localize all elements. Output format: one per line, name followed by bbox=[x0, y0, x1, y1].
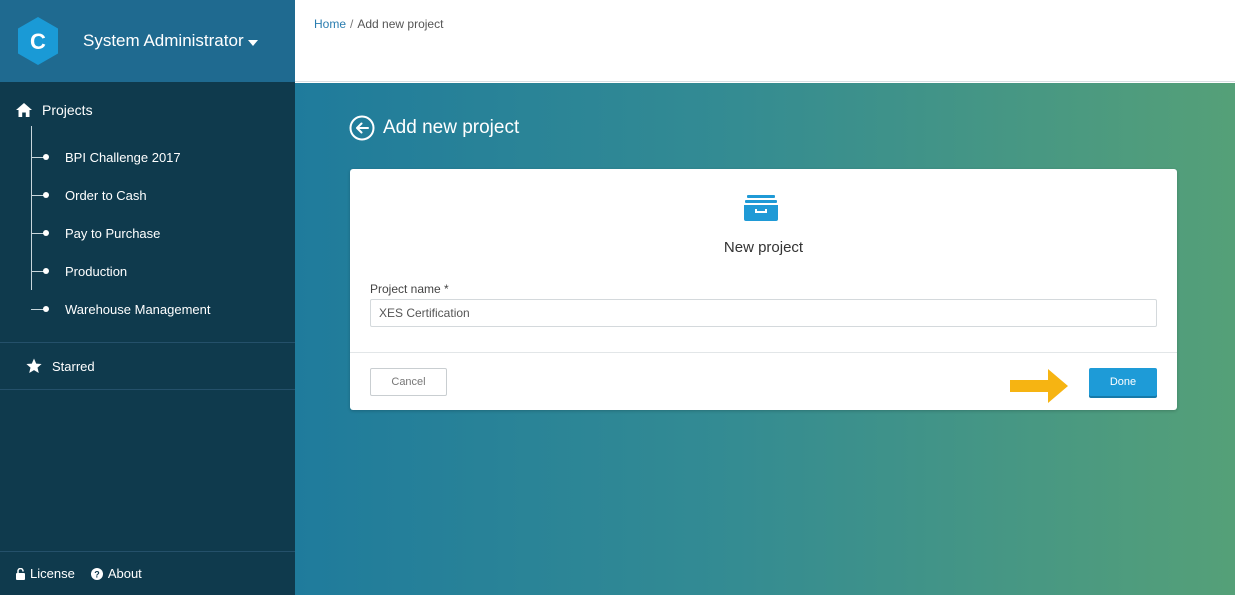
sidebar: C System Administrator Projects BPI Chal… bbox=[0, 0, 295, 595]
breadcrumb: Home / Add new project bbox=[314, 17, 443, 31]
project-label: Pay to Purchase bbox=[65, 225, 161, 241]
sidebar-item-label: Projects bbox=[42, 102, 93, 118]
done-button[interactable]: Done bbox=[1089, 368, 1157, 396]
about-label: About bbox=[107, 566, 142, 581]
sidebar-item-projects[interactable]: Projects bbox=[0, 82, 295, 138]
page-header: Add new project bbox=[349, 115, 519, 141]
archive-box-icon bbox=[744, 195, 778, 221]
user-menu[interactable]: System Administrator bbox=[83, 31, 258, 51]
project-tree: BPI Challenge 2017 Order to Cash Pay to … bbox=[0, 126, 295, 342]
lock-icon bbox=[16, 567, 25, 580]
project-name-label: Project name * bbox=[370, 282, 449, 296]
back-arrow-icon[interactable] bbox=[349, 115, 375, 141]
chevron-down-icon bbox=[247, 39, 258, 46]
breadcrumb-home-link[interactable]: Home bbox=[314, 17, 346, 31]
sidebar-item-project[interactable]: Pay to Purchase bbox=[0, 214, 295, 252]
top-bar: Home / Add new project bbox=[295, 0, 1235, 82]
project-label: Warehouse Management bbox=[65, 301, 211, 317]
project-name-input[interactable] bbox=[370, 299, 1157, 327]
sidebar-item-label: Starred bbox=[52, 358, 95, 374]
cancel-button[interactable]: Cancel bbox=[370, 368, 447, 396]
tree-dot bbox=[43, 230, 49, 236]
app-logo[interactable]: C bbox=[16, 16, 60, 66]
sidebar-item-project[interactable]: Order to Cash bbox=[0, 176, 295, 214]
page-title: Add new project bbox=[383, 117, 520, 138]
tree-dot bbox=[43, 154, 49, 160]
right-arrow-annotation-icon bbox=[1010, 369, 1068, 403]
sidebar-item-project[interactable]: Production bbox=[0, 252, 295, 290]
projects-section: Projects BPI Challenge 2017 Order to Cas… bbox=[0, 82, 295, 390]
home-icon bbox=[16, 103, 32, 117]
tree-dot bbox=[43, 268, 49, 274]
license-link[interactable]: License bbox=[16, 566, 75, 581]
project-label: Production bbox=[65, 263, 128, 279]
divider bbox=[0, 389, 295, 390]
sidebar-header: C System Administrator bbox=[0, 0, 295, 82]
main-content: Add new project New project Project name… bbox=[295, 83, 1235, 595]
question-circle-icon: ? bbox=[90, 567, 103, 580]
breadcrumb-separator: / bbox=[350, 17, 354, 31]
tree-dot bbox=[43, 306, 49, 312]
license-label: License bbox=[30, 566, 75, 581]
user-name: System Administrator bbox=[83, 31, 244, 50]
divider bbox=[350, 352, 1177, 353]
card-title: New project bbox=[723, 239, 804, 256]
new-project-card: New project Project name * Cancel Done bbox=[350, 169, 1177, 410]
about-link[interactable]: ? About bbox=[90, 566, 142, 581]
sidebar-item-project[interactable]: BPI Challenge 2017 bbox=[0, 138, 295, 176]
star-icon bbox=[26, 358, 42, 373]
sidebar-footer: License ? About bbox=[0, 551, 295, 595]
project-label: BPI Challenge 2017 bbox=[65, 149, 181, 165]
logo-letter: C bbox=[30, 29, 46, 54]
sidebar-item-project[interactable]: Warehouse Management bbox=[0, 290, 295, 328]
tree-dot bbox=[43, 192, 49, 198]
breadcrumb-current: Add new project bbox=[357, 17, 444, 31]
svg-text:?: ? bbox=[94, 569, 100, 579]
project-label: Order to Cash bbox=[65, 187, 147, 203]
hexagon-logo-icon: C bbox=[18, 17, 58, 65]
sidebar-item-starred[interactable]: Starred bbox=[0, 343, 295, 389]
